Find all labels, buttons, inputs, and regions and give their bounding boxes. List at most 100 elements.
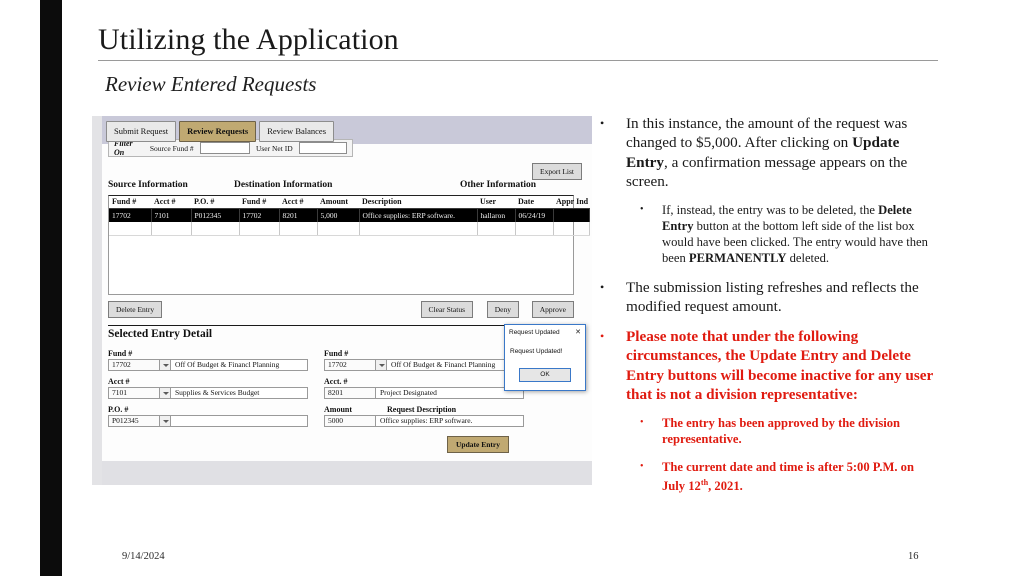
bullet-list: • In this instance, the amount of the req… (600, 114, 940, 505)
bullet-text: The current date and time is after 5:00 … (662, 459, 940, 494)
bullet-text: Please note that under the following cir… (626, 327, 940, 404)
footer-page-number: 16 (908, 551, 919, 562)
bullet-span: deleted. (786, 251, 830, 266)
dialog-title: Request Updated (509, 328, 560, 336)
application-screenshot: Submit Request Review Requests Review Ba… (92, 116, 592, 485)
bullet-item: • The current date and time is after 5:00… (640, 459, 940, 494)
col-description: Description (359, 196, 477, 209)
cell-amount: 5,000 (317, 208, 360, 222)
title-divider (98, 60, 938, 61)
bullet-emphasis: The entry has been approved by the divis… (662, 416, 901, 447)
col-source-acct: Acct # (151, 196, 191, 209)
cell-appr-ind (553, 208, 590, 222)
dialog-footer: OK (505, 359, 585, 390)
bullet-item: • The entry has been approved by the divi… (640, 415, 940, 447)
cell-date: 06/24/19 (515, 208, 554, 222)
source-acct-field[interactable]: 7101 Supplies & Services Budget (108, 387, 308, 399)
requests-list-box[interactable]: Fund # Acct # P.O. # Fund # Acct # Amoun… (108, 195, 590, 295)
source-fund-name: Off Of Budget & Financl Planning (171, 359, 308, 371)
bullet-marker-icon: • (640, 460, 644, 472)
export-list-button[interactable]: Export List (532, 163, 582, 180)
source-po-field[interactable]: P012345 (108, 415, 308, 427)
left-accent-bar (40, 0, 62, 576)
dest-fund-code[interactable]: 17702 (324, 359, 376, 371)
tab-submit-request[interactable]: Submit Request (106, 121, 177, 142)
col-amount: Amount (317, 196, 359, 209)
tab-review-requests[interactable]: Review Requests (179, 121, 257, 142)
title-block: Utilizing the Application Review Entered… (98, 22, 938, 97)
chevron-down-icon[interactable] (160, 415, 171, 427)
col-appr-ind: Appr Ind (553, 196, 589, 209)
bullet-text: If, instead, the entry was to be deleted… (662, 202, 940, 266)
dest-acct-field[interactable]: 8201 Project Designated (324, 387, 524, 399)
bullet-text: The submission listing refreshes and ref… (626, 278, 940, 317)
page-subtitle: Review Entered Requests (105, 72, 317, 96)
col-dest-acct: Acct # (279, 196, 317, 209)
clear-status-button[interactable]: Clear Status (420, 301, 473, 318)
other-information-header: Other Information (460, 180, 537, 190)
col-source-po: P.O. # (191, 196, 239, 209)
deny-button[interactable]: Deny (486, 301, 519, 318)
user-net-id-input[interactable] (298, 142, 347, 154)
bullet-marker-icon: • (600, 116, 605, 130)
bullet-marker-icon: • (600, 329, 605, 344)
dest-acct-field-label: Acct. # (324, 377, 348, 386)
source-fund-code[interactable]: 17702 (108, 359, 160, 371)
cell-dest-acct: 8201 (279, 208, 318, 222)
request-description-label: Request Description (387, 405, 457, 414)
approve-button[interactable]: Approve (531, 301, 574, 318)
table-row[interactable]: 17702 7101 P012345 17702 8201 5,000 Offi… (109, 208, 590, 222)
bullet-emphasis: Please note that under the following cir… (626, 328, 933, 404)
tab-review-balances[interactable]: Review Balances (259, 121, 335, 142)
bullet-span: , a confirmation message appears on the … (626, 153, 908, 190)
cell-source-acct: 7101 (151, 208, 192, 222)
close-icon[interactable]: ✕ (575, 329, 581, 336)
table-row[interactable] (109, 222, 590, 236)
destination-information-header: Destination Information (234, 180, 333, 190)
amount-description-field[interactable]: 5000 Office supplies: ERP software. (324, 415, 524, 427)
cell-description: Office supplies: ERP software. (359, 208, 478, 222)
source-acct-field-label: Acct # (108, 377, 130, 386)
bullet-span: If, instead, the entry was to be deleted… (662, 203, 879, 218)
request-description-input[interactable]: Office supplies: ERP software. (376, 415, 524, 427)
source-detail-form: Fund # 17702 Off Of Budget & Financl Pla… (108, 349, 308, 433)
screenshot-bottom-band (102, 461, 592, 485)
col-date: Date (515, 196, 553, 209)
bullet-emphasis: PERMANENTLY (688, 251, 787, 266)
source-po-code[interactable]: P012345 (108, 415, 160, 427)
page-title: Utilizing the Application (98, 23, 399, 56)
dest-fund-field-label: Fund # (324, 349, 349, 358)
bullet-emphasis: The current date and time is after 5:00 … (662, 459, 914, 493)
dialog-title-bar: Request Updated ✕ (505, 325, 585, 339)
requests-table: Fund # Acct # P.O. # Fund # Acct # Amoun… (109, 196, 590, 236)
chevron-down-icon[interactable] (160, 359, 171, 371)
source-fund-field[interactable]: 17702 Off Of Budget & Financl Planning (108, 359, 308, 371)
source-acct-code[interactable]: 7101 (108, 387, 160, 399)
footer-date: 9/14/2024 (122, 551, 165, 562)
source-fund-field-label: Fund # (108, 349, 133, 358)
list-action-buttons: Delete Entry Clear Status Deny Approve (108, 301, 574, 318)
chevron-down-icon[interactable] (376, 359, 387, 371)
dest-fund-field[interactable]: 17702 Off Of Budget & Financl Planning (324, 359, 524, 371)
bullet-item: • If, instead, the entry was to be delete… (640, 202, 940, 266)
dialog-ok-button[interactable]: OK (519, 368, 571, 382)
update-entry-button[interactable]: Update Entry (447, 436, 509, 453)
selected-entry-detail-title: Selected Entry Detail (108, 328, 213, 340)
bullet-marker-icon: • (600, 279, 605, 294)
delete-entry-button[interactable]: Delete Entry (108, 301, 163, 318)
source-fund-input[interactable] (199, 142, 250, 154)
bullet-marker-icon: • (640, 417, 644, 429)
dest-acct-name: Project Designated (376, 387, 524, 399)
col-source-fund: Fund # (109, 196, 151, 209)
cell-dest-fund: 17702 (239, 208, 280, 222)
dest-acct-code[interactable]: 8201 (324, 387, 376, 399)
source-information-header: Source Information (108, 180, 188, 190)
bullet-marker-icon: • (640, 204, 644, 216)
dialog-message: Request Updated! (510, 348, 563, 355)
tab-bar[interactable]: Submit Request Review Requests Review Ba… (106, 121, 335, 142)
chevron-down-icon[interactable] (160, 387, 171, 399)
bullet-item: • The submission listing refreshes and re… (600, 278, 940, 317)
amount-field-label: Amount (324, 405, 353, 414)
destination-detail-form: Fund # 17702 Off Of Budget & Financl Pla… (324, 349, 524, 433)
amount-input[interactable]: 5000 (324, 415, 376, 427)
